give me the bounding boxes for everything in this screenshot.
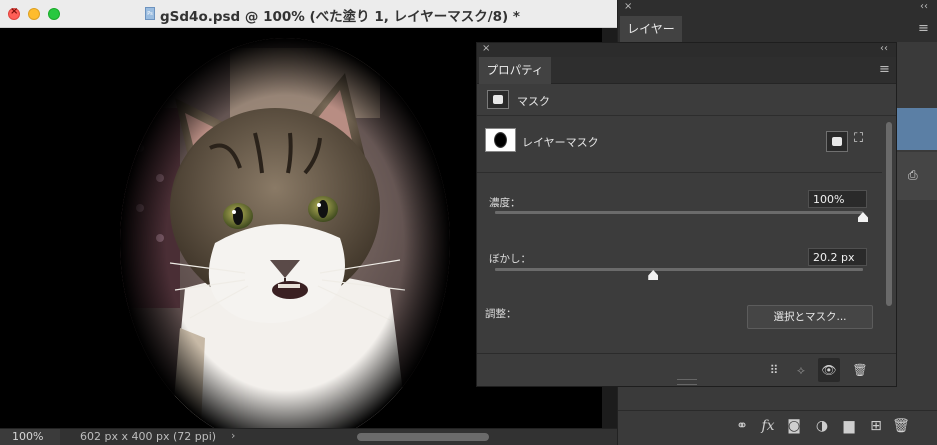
window-close-button[interactable] [8, 6, 20, 20]
select-and-mask-button[interactable]: 選択とマスク... [747, 305, 873, 329]
window-minimize-button[interactable] [28, 8, 40, 20]
feather-input[interactable]: 20.2 px [808, 248, 867, 266]
layers-tab-row: レイヤー ≡ [618, 16, 937, 42]
tab-properties[interactable]: プロパティ [479, 57, 551, 84]
close-icon[interactable]: × [624, 1, 632, 12]
layer-mask-row: レイヤーマスク ⛶ [477, 116, 882, 173]
window-titlebar[interactable]: Ps gSd4o.psd @ 100% (べた塗り 1, レイヤーマスク/8) … [0, 0, 617, 28]
smart-object-icon: ⎙ [908, 168, 918, 182]
folder-icon[interactable]: ▆ [839, 418, 859, 434]
layer-mask-label: レイヤーマスク [522, 136, 599, 149]
pixel-mask-button[interactable] [826, 131, 848, 152]
layer-mask-thumbnail[interactable] [485, 128, 516, 152]
adjustment-layer-icon[interactable]: ◑ [812, 418, 832, 434]
mask-icon [487, 90, 509, 109]
zoom-field[interactable]: 100% [0, 429, 60, 445]
properties-scroll-thumb[interactable] [886, 122, 892, 306]
density-input[interactable]: 100% [808, 190, 867, 208]
collapse-icon[interactable]: ‹‹ [880, 43, 888, 54]
feather-slider-track[interactable] [495, 268, 863, 271]
layers-panel-header: × ‹‹ [618, 0, 937, 16]
status-menu-arrow-icon[interactable]: › [231, 429, 235, 442]
resize-grip[interactable] [677, 379, 697, 385]
density-label: 濃度： [489, 197, 521, 209]
zoom-value: 100% [12, 430, 44, 443]
vector-mask-button[interactable]: ⛶ [854, 131, 872, 151]
panel-menu-icon[interactable]: ≡ [879, 62, 890, 77]
properties-panel: × ‹‹ プロパティ ≡ マスク レイヤーマスク ⛶ 濃度： 100% ぼかし：… [476, 42, 897, 387]
add-mask-icon[interactable]: ◙ [784, 418, 804, 434]
selected-layer-row[interactable] [896, 108, 937, 150]
apply-mask-icon[interactable]: ⟡ [790, 361, 812, 381]
properties-panel-header[interactable]: × ‹‹ [477, 43, 896, 57]
properties-tab-row: プロパティ ≡ [477, 57, 896, 84]
trash-icon[interactable]: 🗑 [891, 418, 911, 434]
mask-section-header: マスク [477, 86, 896, 116]
window-zoom-button[interactable] [48, 8, 60, 20]
properties-scrollbar[interactable] [884, 118, 894, 308]
tab-layers[interactable]: レイヤー [620, 16, 682, 42]
mask-section-label: マスク [517, 95, 550, 108]
status-bar: 100% 602 px x 400 px (72 ppi) › [0, 428, 617, 445]
canvas-horizontal-scroll-thumb[interactable] [357, 433, 489, 441]
document-size-info: 602 px x 400 px (72 ppi) [80, 430, 217, 443]
trash-icon[interactable]: 🗑 [849, 361, 871, 381]
eye-icon[interactable]: 👁 [818, 358, 840, 382]
link-icon[interactable]: ⚭ [732, 418, 752, 434]
fx-icon[interactable]: fx [758, 418, 778, 434]
close-icon[interactable]: × [482, 43, 490, 54]
load-selection-icon[interactable]: ⠿ [763, 361, 785, 381]
document-title: gSd4o.psd @ 100% (べた塗り 1, レイヤーマスク/8) * [160, 9, 520, 25]
density-slider-track[interactable] [495, 211, 863, 214]
collapse-icon[interactable]: ‹‹ [920, 1, 928, 12]
new-layer-icon[interactable]: ⊞ [866, 418, 886, 434]
layers-footer: ⚭ fx ◙ ◑ ▆ ⊞ 🗑 [618, 410, 937, 445]
refine-label: 調整： [485, 308, 517, 320]
feather-label: ぼかし： [489, 253, 531, 265]
psd-file-icon: Ps [145, 7, 155, 20]
panel-menu-icon[interactable]: ≡ [918, 21, 929, 36]
